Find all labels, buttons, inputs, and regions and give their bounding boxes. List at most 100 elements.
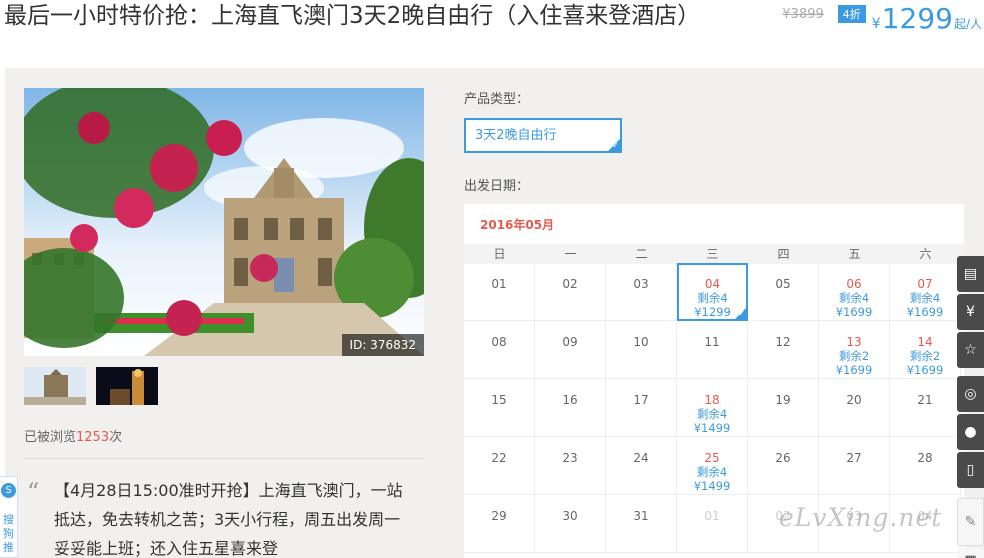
page-title: 最后一小时特价抢：上海直飞澳门3天2晚自由行（入住喜来登酒店） — [4, 3, 701, 29]
product-type-option[interactable]: 3天2晚自由行 ✓ — [464, 118, 622, 153]
day-number: 25 — [704, 451, 720, 465]
calendar-day: 02 — [535, 263, 606, 321]
calendar-day: 20 — [819, 379, 890, 437]
day-stock: 剩余4 — [696, 465, 728, 479]
price-unit: 起/人 — [953, 17, 982, 31]
sogou-push-label: 搜狗推 — [3, 513, 14, 554]
calendar-day: 29 — [464, 495, 535, 553]
weekday-header: 日一二三四五六 — [464, 244, 964, 264]
sogou-icon: S — [1, 483, 16, 498]
calendar-day: 24 — [606, 437, 677, 495]
calendar-day[interactable]: 06 剩余4 ¥1699 — [819, 263, 890, 321]
view-count-suffix: 次 — [109, 430, 123, 445]
calendar-day[interactable]: 07 剩余4 ¥1699 — [890, 263, 961, 321]
weekday-0: 日 — [493, 247, 506, 261]
calendar-day: 19 — [748, 379, 819, 437]
day-number: 04 — [704, 277, 721, 291]
mobile-icon[interactable]: ▯ — [957, 452, 984, 488]
departure-date-label: 出发日期： — [464, 179, 530, 194]
calendar-day: 22 — [464, 437, 535, 495]
calendar-day[interactable]: 14 剩余2 ¥1699 — [890, 321, 961, 379]
day-number: 28 — [917, 451, 933, 465]
day-stock: 剩余2 — [909, 349, 941, 363]
price-box: ¥3899 4折 ¥ 1299 起/人 — [782, 2, 982, 35]
calendar-day[interactable]: 25 剩余4 ¥1499 — [677, 437, 748, 495]
day-number: 02 — [562, 277, 578, 291]
product-description: 【4月28日15:00准时开抢】上海直飞澳门，一站抵达，免去转机之苦；3天小行程… — [54, 481, 403, 558]
day-number: 19 — [775, 393, 791, 407]
calendar-day: 31 — [606, 495, 677, 553]
calendar-day[interactable]: 18 剩余4 ¥1499 — [677, 379, 748, 437]
calendar-day: 05 — [748, 263, 819, 321]
day-number: 22 — [491, 451, 507, 465]
pen-icon[interactable]: ✎ — [957, 498, 984, 546]
order-icon[interactable]: ▤ — [957, 256, 984, 292]
calendar-day[interactable]: 04 剩余4 ¥1299 ✓ — [677, 263, 748, 321]
calendar-day: 10 — [606, 321, 677, 379]
calendar-day: 11 — [677, 321, 748, 379]
calendar-day: 01 — [677, 495, 748, 553]
thumbnail-night[interactable] — [96, 367, 158, 405]
day-number: 30 — [562, 509, 578, 523]
day-number: 03 — [633, 277, 649, 291]
day-number: 31 — [633, 509, 649, 523]
view-count-prefix: 已被浏览 — [24, 430, 77, 445]
weibo-icon[interactable]: ◎ — [957, 376, 984, 412]
day-number: 13 — [846, 335, 862, 349]
calendar-day: 08 — [464, 321, 535, 379]
day-number: 06 — [846, 277, 862, 291]
product-type-value: 3天2晚自由行 — [475, 128, 557, 143]
calendar-day: 28 — [890, 437, 961, 495]
calendar-day: 15 — [464, 379, 535, 437]
day-number: 21 — [917, 393, 933, 407]
day-number: 27 — [846, 451, 862, 465]
day-price: ¥1499 — [693, 421, 731, 435]
calendar-day: 16 — [535, 379, 606, 437]
side-toolbar: ▤¥☆ ◎●▯ ✎ ▦ — [957, 256, 984, 558]
thumbnail-ruins[interactable] — [24, 367, 86, 405]
day-number: 07 — [917, 277, 933, 291]
view-count: 已被浏览1253次 — [24, 426, 122, 445]
calendar-day: 17 — [606, 379, 677, 437]
view-count-number: 1253 — [76, 430, 110, 445]
day-number: 16 — [562, 393, 578, 407]
calendar-day: 01 — [464, 263, 535, 321]
main-photo[interactable]: ID: 376832 — [24, 88, 424, 356]
qrcode-icon[interactable]: ▦ — [957, 548, 984, 558]
calendar-day[interactable]: 13 剩余2 ¥1699 — [819, 321, 890, 379]
weekday-3: 三 — [706, 247, 719, 261]
weekday-1: 一 — [564, 247, 577, 261]
weekday-5: 五 — [848, 247, 861, 261]
price-value: 1299 — [881, 2, 953, 35]
watermark: eLvXing.net — [779, 503, 943, 532]
day-price: ¥1699 — [835, 305, 873, 319]
day-number: 26 — [775, 451, 791, 465]
wechat-icon[interactable]: ● — [957, 414, 984, 450]
day-number: 18 — [704, 393, 720, 407]
weekday-4: 四 — [777, 247, 790, 261]
calendar-day: 09 — [535, 321, 606, 379]
day-stock: 剩余4 — [838, 291, 870, 305]
weekday-6: 六 — [919, 247, 932, 261]
day-number: 12 — [775, 335, 791, 349]
calendar-day: 26 — [748, 437, 819, 495]
day-number: 01 — [491, 277, 507, 291]
yen-icon[interactable]: ¥ — [957, 294, 984, 330]
day-stock: 剩余4 — [696, 407, 728, 421]
photo-id-badge: ID: 376832 — [341, 334, 424, 356]
day-number: 20 — [846, 393, 862, 407]
product-type-label: 产品类型： — [464, 92, 530, 107]
day-number: 01 — [704, 509, 720, 523]
calendar-month: 2016年05月 — [480, 218, 555, 232]
star-icon[interactable]: ☆ — [957, 332, 984, 368]
divider — [24, 458, 424, 459]
calendar-day: 27 — [819, 437, 890, 495]
day-number: 17 — [633, 393, 649, 407]
day-number: 08 — [491, 335, 507, 349]
day-price: ¥1699 — [906, 363, 944, 377]
thumbnail-night-image — [96, 367, 158, 405]
day-number: 14 — [917, 335, 933, 349]
sogou-push-widget[interactable]: S 搜狗推 — [0, 476, 18, 558]
day-number: 05 — [775, 277, 791, 291]
price-currency: ¥ — [871, 16, 881, 32]
